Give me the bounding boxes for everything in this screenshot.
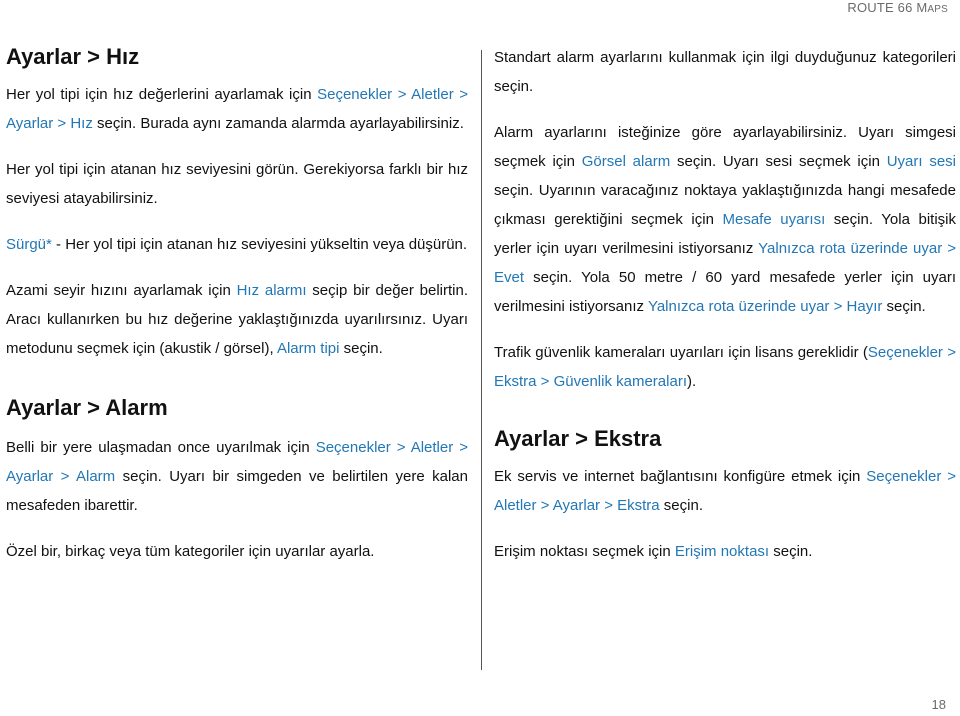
- paragraph: Ek servis ve internet bağlantısını konfi…: [494, 462, 956, 520]
- page-number: 18: [931, 697, 946, 712]
- paragraph: Her yol tipi için atanan hız seviyesini …: [6, 161, 468, 207]
- header-title: ROUTE 66 M: [847, 0, 928, 15]
- header-title-smallcaps: APS: [927, 4, 948, 15]
- speed-alarm-link: Hız alarmı: [236, 282, 307, 299]
- text: seçin.: [882, 298, 926, 315]
- section-heading-alarm: Ayarlar > Alarm: [6, 395, 168, 420]
- running-header: ROUTE 66 MAPS: [847, 0, 948, 15]
- text: Ek servis ve internet bağlantısını konfi…: [494, 468, 867, 485]
- access-point-link: Erişim noktası: [674, 543, 770, 560]
- paragraph: Sürgü* - Her yol tipi için atanan hız se…: [6, 230, 468, 259]
- text: seçin. Uyarı sesi seçmek için: [670, 153, 887, 170]
- text: seçin.: [769, 543, 813, 560]
- text: seçin.: [659, 497, 703, 514]
- text: seçin.: [339, 340, 383, 357]
- paragraph: Alarm ayarlarını isteğinize göre ayarlay…: [494, 118, 956, 321]
- text: Azami seyir hızını ayarlamak için: [6, 282, 237, 299]
- paragraph: Standart alarm ayarlarını kullanmak için…: [494, 49, 956, 95]
- paragraph: Belli bir yere ulaşmadan once uyarılmak …: [6, 433, 468, 520]
- text: Erişim noktası seçmek için: [494, 543, 675, 560]
- alarm-sound-link: Uyarı sesi: [886, 153, 957, 170]
- text: Her yol tipi için hız değerlerini ayarla…: [6, 86, 318, 103]
- paragraph: Azami seyir hızını ayarlamak için Hız al…: [6, 276, 468, 363]
- only-on-route-no-link: Yalnızca rota üzerinde uyar > Hayır: [647, 298, 883, 315]
- text: seçin. Burada aynı zamanda alarmda ayarl…: [92, 115, 464, 132]
- paragraph: Özel bir, birkaç veya tüm kategoriler iç…: [6, 543, 375, 560]
- paragraph: Her yol tipi için hız değerlerini ayarla…: [6, 80, 468, 138]
- slider-term-link: Sürgü*: [6, 236, 52, 253]
- left-column: Ayarlar > Hız Her yol tipi için hız değe…: [6, 40, 468, 566]
- text: ).: [687, 373, 697, 390]
- right-column: Standart alarm ayarlarını kullanmak için…: [494, 40, 956, 566]
- paragraph: Trafik güvenlik kameraları uyarıları içi…: [494, 338, 956, 396]
- alarm-type-link: Alarm tipi: [276, 340, 340, 357]
- column-divider: [481, 50, 482, 670]
- distance-alarm-link: Mesafe uyarısı: [722, 211, 826, 228]
- paragraph: Erişim noktası seçmek için Erişim noktas…: [494, 537, 956, 566]
- text: - Her yol tipi için atanan hız seviyesin…: [51, 236, 468, 253]
- text: Belli bir yere ulaşmadan once uyarılmak …: [6, 439, 316, 456]
- text: Trafik güvenlik kameraları uyarıları içi…: [494, 344, 868, 361]
- section-heading-extra: Ayarlar > Ekstra: [494, 426, 662, 451]
- visual-alarm-link: Görsel alarm: [581, 153, 671, 170]
- section-heading-speed: Ayarlar > Hız: [6, 44, 140, 69]
